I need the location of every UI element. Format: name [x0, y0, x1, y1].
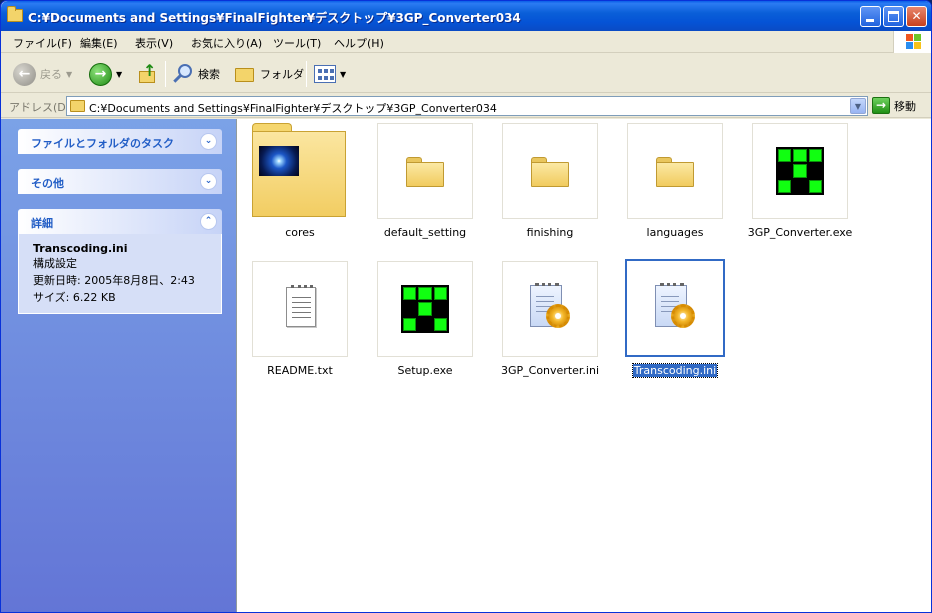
window-title: C:¥Documents and Settings¥FinalFighter¥デ…	[28, 11, 521, 25]
up-folder-button[interactable]: ↑	[137, 60, 157, 88]
toolbar-separator	[306, 61, 307, 87]
file-item-transcoding-ini[interactable]: Transcoding.ini	[620, 259, 730, 391]
toolbar: ← 戻る ▼ → ▼ ↑ 検索 フォルダ ▼	[1, 54, 931, 93]
forward-arrow-icon: →	[89, 62, 112, 86]
collapse-icon[interactable]: ⌃	[200, 213, 217, 230]
file-label: 3GP_Converter.ini	[500, 364, 599, 377]
file-label: Setup.exe	[397, 364, 453, 377]
close-icon: ✕	[911, 9, 922, 23]
forward-button[interactable]: → ▼	[89, 60, 122, 88]
go-arrow-icon: →	[872, 97, 890, 114]
expand-icon[interactable]: ⌄	[200, 133, 217, 150]
close-button[interactable]: ✕	[906, 6, 927, 27]
details-panel: Transcoding.ini 構成設定 更新日時: 2005年8月8日、2:4…	[18, 234, 222, 314]
chevron-down-icon: ▼	[116, 69, 123, 79]
other-places-header[interactable]: その他 ⌄	[18, 169, 222, 194]
menu-help[interactable]: ヘルプ(H)	[334, 35, 384, 51]
title-bar[interactable]: C:¥Documents and Settings¥FinalFighter¥デ…	[1, 1, 931, 31]
menu-view[interactable]: 表示(V)	[135, 35, 173, 51]
maximize-icon	[888, 11, 899, 22]
folders-icon	[234, 65, 256, 83]
folder-icon	[70, 100, 85, 112]
folder-thumbnail	[252, 123, 348, 219]
file-label: README.txt	[267, 364, 333, 377]
chevron-down-icon: ▼	[66, 69, 73, 79]
detail-type: 構成設定	[33, 257, 77, 270]
detail-modified: 更新日時: 2005年8月8日、2:43	[33, 274, 195, 287]
search-label: 検索	[198, 68, 220, 81]
file-item-setup-exe[interactable]: Setup.exe	[370, 261, 480, 391]
back-button[interactable]: ← 戻る ▼	[13, 60, 72, 88]
address-input[interactable]: C:¥Documents and Settings¥FinalFighter¥デ…	[66, 96, 868, 116]
file-item-languages[interactable]: languages	[620, 123, 730, 253]
go-label: 移動	[894, 99, 916, 113]
expand-icon[interactable]: ⌄	[200, 173, 217, 190]
details-header[interactable]: 詳細 ⌃	[18, 209, 222, 234]
file-item-3gp-converter-exe[interactable]: 3GP_Converter.exe	[745, 123, 855, 253]
windows-flag-icon	[906, 34, 922, 50]
file-item-3gp-converter-ini[interactable]: 3GP_Converter.ini	[495, 261, 605, 391]
section-title: その他	[31, 177, 64, 190]
views-icon	[314, 65, 336, 83]
search-button[interactable]: 検索	[172, 60, 220, 88]
maximize-button[interactable]	[883, 6, 904, 27]
application-icon	[776, 147, 824, 195]
text-file-icon	[286, 285, 316, 327]
folder-icon	[656, 157, 694, 187]
up-folder-icon: ↑	[137, 63, 157, 85]
windows-logo	[893, 31, 931, 53]
file-label: finishing	[526, 226, 574, 239]
folder-icon	[7, 6, 23, 22]
application-icon	[401, 285, 449, 333]
menu-favorites[interactable]: お気に入り(A)	[191, 35, 262, 51]
menu-bar: ファイル(F) 編集(E) 表示(V) お気に入り(A) ツール(T) ヘルプ(…	[1, 31, 931, 53]
section-title: ファイルとフォルダのタスク	[31, 137, 174, 150]
menu-tools[interactable]: ツール(T)	[273, 35, 321, 51]
address-path: C:¥Documents and Settings¥FinalFighter¥デ…	[89, 102, 497, 115]
file-item-finishing[interactable]: finishing	[495, 123, 605, 253]
file-item-readme-txt[interactable]: README.txt	[245, 261, 355, 391]
file-label: default_setting	[383, 226, 467, 239]
go-button[interactable]: → 移動	[872, 97, 916, 114]
folder-icon	[531, 157, 569, 187]
file-label: Transcoding.ini	[631, 363, 719, 378]
file-label: languages	[646, 226, 704, 239]
menu-file[interactable]: ファイル(F)	[13, 35, 72, 51]
explorer-window: C:¥Documents and Settings¥FinalFighter¥デ…	[0, 0, 932, 613]
folder-icon	[406, 157, 444, 187]
folders-label: フォルダ	[260, 68, 304, 81]
gear-icon	[546, 304, 570, 328]
section-title: 詳細	[31, 217, 53, 230]
file-label: cores	[285, 226, 315, 239]
file-folder-tasks-header[interactable]: ファイルとフォルダのタスク ⌄	[18, 129, 222, 154]
chevron-down-icon: ▼	[340, 69, 347, 79]
file-label: 3GP_Converter.exe	[747, 226, 853, 239]
detail-size: サイズ: 6.22 KB	[33, 291, 116, 304]
back-arrow-icon: ←	[13, 62, 36, 86]
detail-filename: Transcoding.ini	[33, 242, 128, 255]
address-label: アドレス(D)	[9, 101, 71, 114]
minimize-icon	[866, 19, 874, 22]
file-list-view[interactable]: cores default_setting finishing language…	[236, 119, 931, 612]
folder-preview-image	[259, 146, 299, 176]
file-item-default-setting[interactable]: default_setting	[370, 123, 480, 253]
back-label: 戻る	[40, 68, 62, 81]
minimize-button[interactable]	[860, 6, 881, 27]
folders-button[interactable]: フォルダ	[234, 60, 304, 88]
gear-icon	[671, 304, 695, 328]
search-icon	[172, 63, 194, 85]
address-dropdown-button[interactable]: ▼	[850, 98, 866, 114]
menu-edit[interactable]: 編集(E)	[80, 35, 118, 51]
task-pane: ファイルとフォルダのタスク ⌄ その他 ⌄ 詳細 ⌃ Transcoding.i…	[1, 119, 236, 612]
views-button[interactable]: ▼	[314, 60, 346, 88]
file-item-cores[interactable]: cores	[245, 123, 355, 253]
toolbar-separator	[165, 61, 166, 87]
address-bar: アドレス(D) C:¥Documents and Settings¥FinalF…	[1, 93, 931, 118]
